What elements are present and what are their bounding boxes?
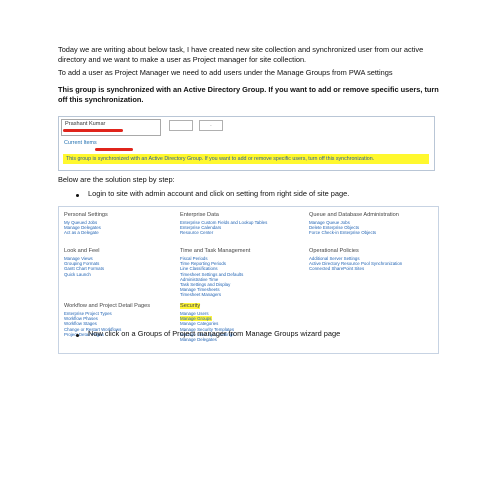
section-personal-settings: Personal Settings My Queued Jobs Manage … <box>64 212 184 236</box>
bullet-icon <box>76 194 79 197</box>
intro-paragraph-1: Today we are writing about below task, I… <box>58 45 424 64</box>
steps-heading: Below are the solution step by step: <box>58 175 175 184</box>
section-time-task-management: Time and Task Management Fiscal Periods … <box>180 248 300 298</box>
section-title: Security <box>180 303 300 310</box>
section-title: Personal Settings <box>64 212 108 218</box>
settings-link[interactable]: Connected SharePoint Sites <box>309 266 429 271</box>
settings-link[interactable]: Timesheet Managers <box>180 292 300 297</box>
settings-link[interactable]: Force Check-in Enterprise Objects <box>309 230 429 235</box>
step-2-text: Now click on a Groups of Project manager… <box>88 329 341 338</box>
control-box-a <box>169 120 193 131</box>
section-enterprise-data: Enterprise Data Enterprise Custom Fields… <box>180 212 300 236</box>
section-title: Operational Policies <box>309 248 359 254</box>
control-box-b: . <box>199 120 223 131</box>
section-look-and-feel: Look and Feel Manage Views Grouping Form… <box>64 248 184 277</box>
settings-link[interactable]: Quick Launch <box>64 272 184 277</box>
section-title: Enterprise Data <box>180 212 219 218</box>
settings-link[interactable]: Act as a Delegate <box>64 230 184 235</box>
section-title: Workflow and Project Detail Pages <box>64 303 151 309</box>
section-title: Look and Feel <box>64 248 100 254</box>
section-title: Time and Task Management <box>180 248 251 254</box>
document-page: Today we are writing about below task, I… <box>0 0 495 495</box>
user-name-field: Prashant Kumar <box>61 119 161 136</box>
group-sync-screenshot: Prashant Kumar . Current Items This grou… <box>58 116 435 171</box>
intro-paragraph-2: To add a user as Project Manager we need… <box>58 68 393 77</box>
sync-banner: This group is synchronized with an Activ… <box>63 154 429 164</box>
redaction-mark <box>95 148 133 151</box>
sync-warning-paragraph: This group is synchronized with an Activ… <box>58 85 439 104</box>
section-queue-database: Queue and Database Administration Manage… <box>309 212 429 236</box>
user-name-text: Prashant Kumar <box>65 121 106 127</box>
section-operational-policies: Operational Policies Additional Server S… <box>309 248 429 272</box>
section-title: Queue and Database Administration <box>309 212 399 218</box>
step-1-text: Login to site with admin account and cli… <box>88 189 350 198</box>
bullet-icon <box>76 334 79 337</box>
redaction-mark <box>63 129 123 132</box>
settings-link[interactable]: Resource Center <box>180 230 300 235</box>
security-title-highlight: Security <box>180 303 201 309</box>
current-items-label: Current Items <box>64 140 97 146</box>
